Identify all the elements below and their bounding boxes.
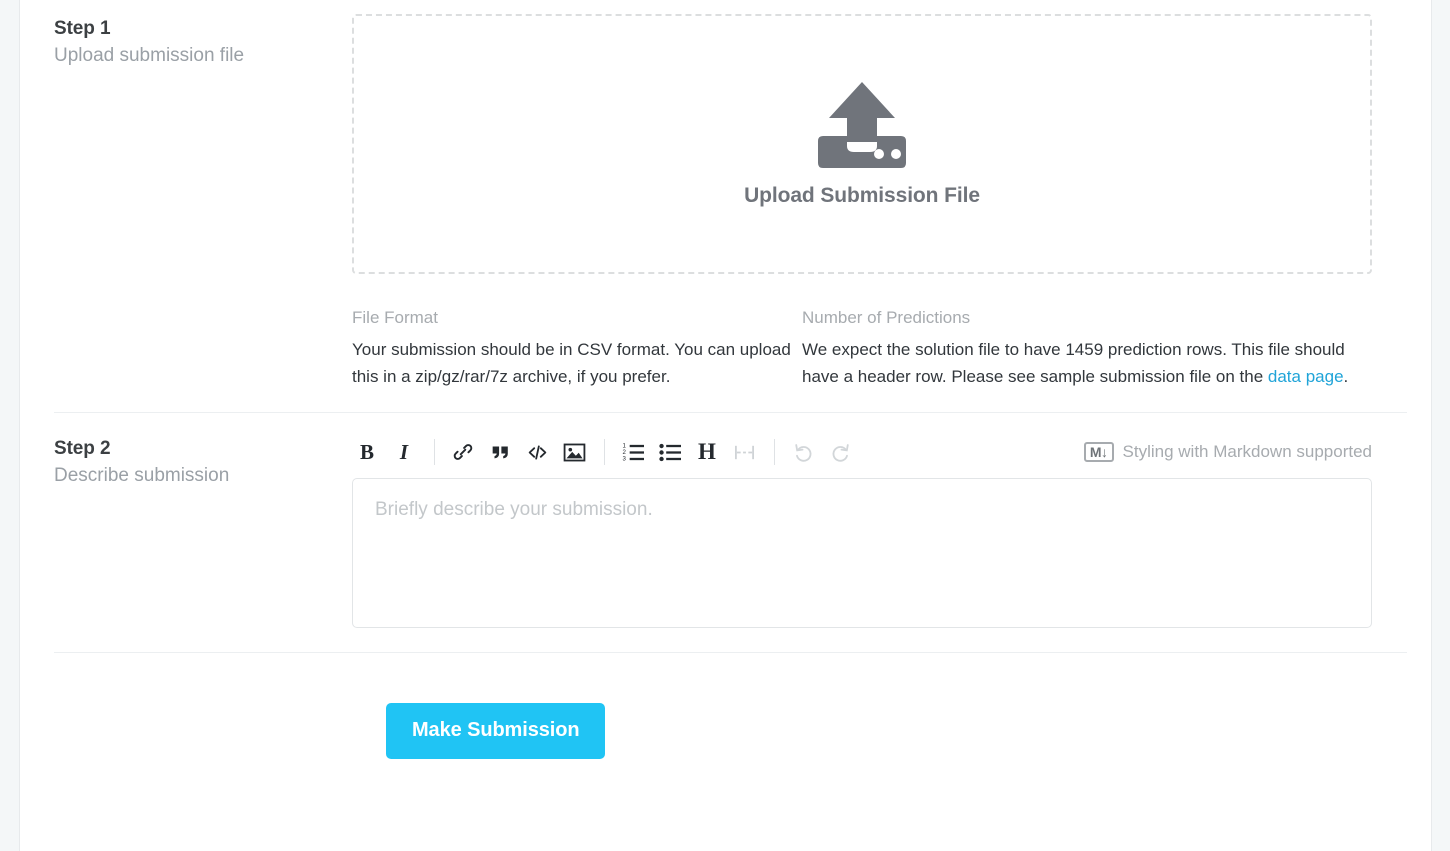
step-1-body: Upload Submission File File Format Your … bbox=[352, 14, 1431, 390]
redo-icon bbox=[832, 443, 849, 462]
submission-info: File Format Your submission should be in… bbox=[352, 306, 1372, 390]
markdown-toolbar: B I 1 2 3 H M↓ Styling with Markdown sup… bbox=[352, 434, 1372, 470]
italic-button[interactable]: I bbox=[389, 437, 419, 467]
quote-icon bbox=[492, 446, 508, 459]
predictions-text-after-link: . bbox=[1343, 367, 1349, 386]
markdown-note: M↓ Styling with Markdown supported bbox=[1083, 442, 1372, 462]
step-1-subtitle: Upload submission file bbox=[54, 45, 245, 66]
file-format-text: Your submission should be in CSV format.… bbox=[352, 340, 791, 386]
step-1-section: Step 1 Upload submission file Upload Sub… bbox=[20, 0, 1431, 390]
image-button[interactable] bbox=[559, 437, 589, 467]
code-icon bbox=[528, 444, 546, 460]
unordered-list-button[interactable] bbox=[655, 437, 685, 467]
code-button[interactable] bbox=[522, 437, 552, 467]
toolbar-divider-1 bbox=[434, 439, 435, 465]
undo-icon bbox=[794, 443, 811, 462]
upload-icon bbox=[818, 82, 906, 168]
markdown-badge: M↓ bbox=[1083, 442, 1114, 462]
step-2-subtitle: Describe submission bbox=[54, 465, 230, 486]
step-2-title: Step 2 bbox=[54, 438, 111, 459]
unordered-list-icon bbox=[658, 443, 681, 461]
link-icon bbox=[453, 444, 473, 460]
data-page-link[interactable]: data page bbox=[1268, 367, 1344, 386]
file-format-heading: File Format bbox=[352, 308, 438, 327]
heading-button[interactable]: H bbox=[692, 437, 722, 467]
submit-section: Make Submission bbox=[20, 653, 1431, 759]
toolbar-divider-3 bbox=[774, 439, 775, 465]
horizontal-rule-button[interactable] bbox=[729, 437, 759, 467]
step-1-label: Step 1 Upload submission file bbox=[20, 14, 352, 70]
redo-button[interactable] bbox=[825, 437, 855, 467]
step-2-section: Step 2 Describe submission B I 1 2 3 H M… bbox=[20, 413, 1431, 628]
horizontal-rule-icon bbox=[734, 445, 754, 459]
number-of-predictions-text: We expect the solution file to have 1459… bbox=[802, 336, 1372, 390]
step-2-body: B I 1 2 3 H M↓ Styling with Markdown sup… bbox=[352, 434, 1431, 628]
number-of-predictions-info: Number of Predictions We expect the solu… bbox=[802, 306, 1372, 390]
step-2-label: Step 2 Describe submission bbox=[20, 434, 352, 490]
ordered-list-button[interactable]: 1 2 3 bbox=[618, 437, 648, 467]
submission-page: Step 1 Upload submission file Upload Sub… bbox=[19, 0, 1432, 851]
image-icon bbox=[563, 443, 585, 461]
quote-button[interactable] bbox=[485, 437, 515, 467]
svg-text:3: 3 bbox=[622, 455, 626, 462]
predictions-text-before-link: We expect the solution file to have 1459… bbox=[802, 340, 1345, 386]
undo-button[interactable] bbox=[788, 437, 818, 467]
make-submission-button[interactable]: Make Submission bbox=[386, 703, 606, 759]
number-of-predictions-heading: Number of Predictions bbox=[802, 308, 971, 327]
upload-dropzone[interactable]: Upload Submission File bbox=[352, 14, 1372, 274]
link-button[interactable] bbox=[448, 437, 478, 467]
step-1-title: Step 1 bbox=[54, 18, 111, 39]
bold-button[interactable]: B bbox=[352, 437, 382, 467]
markdown-note-label: Styling with Markdown supported bbox=[1122, 442, 1372, 461]
markdown-editor: B I 1 2 3 H M↓ Styling with Markdown sup… bbox=[352, 434, 1372, 628]
toolbar-divider-2 bbox=[604, 439, 605, 465]
describe-submission-input[interactable]: Briefly describe your submission. bbox=[352, 478, 1372, 628]
dropzone-label: Upload Submission File bbox=[744, 184, 980, 207]
file-format-info: File Format Your submission should be in… bbox=[352, 306, 802, 390]
ordered-list-icon: 1 2 3 bbox=[622, 442, 644, 462]
